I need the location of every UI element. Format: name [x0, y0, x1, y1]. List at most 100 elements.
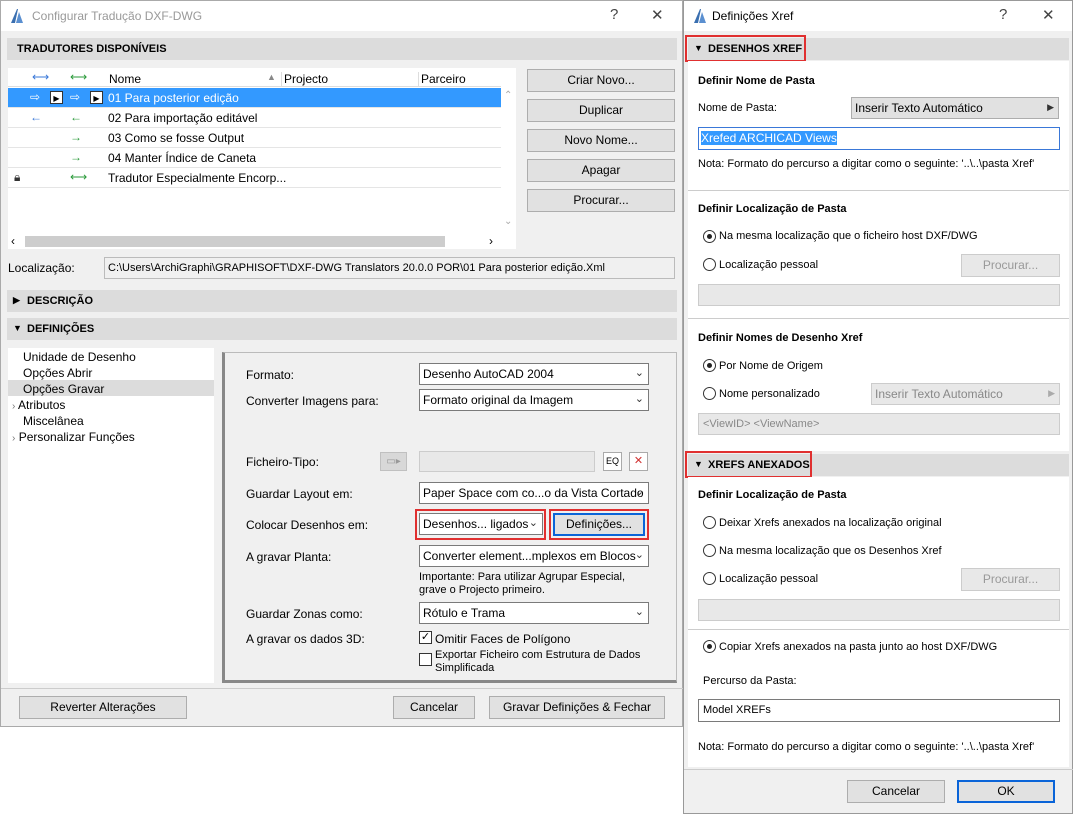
tree-item-label: Personalizar Funções	[18, 430, 135, 444]
input-value: Model XREFs	[703, 704, 771, 716]
arrow-right-icon: ⇨	[30, 90, 41, 104]
horizontal-scrollbar[interactable]: ‹ ›	[8, 234, 501, 249]
scroll-down-icon[interactable]: ⌄	[504, 216, 512, 227]
list-header: ⟷ ⟷ Nome ▲ Projecto Parceiro	[8, 68, 501, 87]
export-simplified-checkbox[interactable]	[419, 653, 432, 666]
scroll-right-icon[interactable]: ›	[489, 234, 493, 248]
delete-button[interactable]: Apagar	[527, 159, 675, 182]
tree-item-label: Unidade de Desenho	[23, 350, 136, 364]
chevron-down-icon: ⌄	[634, 606, 644, 618]
close-button[interactable]: ✕	[1042, 6, 1055, 24]
format-label: Formato:	[246, 368, 295, 382]
arrow-right-icon: →	[70, 130, 82, 144]
browse-button-2: Procurar...	[961, 568, 1060, 591]
place-drawings-select[interactable]: Desenhos... ligados ⌄	[419, 513, 543, 535]
folder-location-heading: Definir Localização de Pasta	[698, 203, 847, 215]
search-icon[interactable]: EQ	[603, 452, 622, 471]
name-pattern-field: <ViewID> <ViewName>	[698, 413, 1060, 435]
folder-path-label: Percurso da Pasta:	[703, 675, 797, 687]
select-value: Desenhos... ligados	[423, 517, 529, 531]
chevron-down-icon: ⌄	[634, 393, 644, 405]
button-label: Inserir Texto Automático	[875, 387, 1003, 401]
omit-faces-checkbox[interactable]: ✓	[419, 631, 432, 644]
section-description[interactable]: ▶ DESCRIÇÃO	[7, 290, 677, 312]
highlight-frame	[685, 451, 812, 478]
place-drawings-label: Colocar Desenhos em:	[246, 518, 369, 532]
convert-images-label: Converter Imagens para:	[246, 394, 379, 408]
definitions-button[interactable]: Definições...	[553, 513, 645, 536]
arrow-right-icon: ⇨	[70, 90, 81, 104]
personal-location-radio-2[interactable]	[703, 572, 716, 585]
convert-images-select[interactable]: Formato original da Imagem ⌄	[419, 389, 649, 411]
translator-list[interactable]: ⟷ ⟷ Nome ▲ Projecto Parceiro ⇨ ▶ ⇨ ▶ 01 …	[8, 68, 516, 249]
list-item[interactable]: ← ← 02 Para importação editável	[8, 108, 501, 128]
cancel-button[interactable]: Cancelar	[847, 780, 945, 803]
browse-button[interactable]: Procurar...	[527, 189, 675, 212]
tree-item-custom-functions[interactable]: › Personalizar Funções	[12, 430, 135, 444]
save-and-close-button[interactable]: Gravar Definições & Fechar	[489, 696, 665, 719]
folder-path-input[interactable]: Model XREFs	[698, 699, 1060, 722]
format-select[interactable]: Desenho AutoCAD 2004 ⌄	[419, 363, 649, 385]
duplicate-button[interactable]: Duplicar	[527, 99, 675, 122]
save-zones-select[interactable]: Rótulo e Trama ⌄	[419, 602, 649, 624]
scroll-left-icon[interactable]: ‹	[11, 234, 15, 248]
tree-item-drawing-unit[interactable]: Unidade de Desenho	[23, 350, 136, 364]
folder-icon[interactable]: ▭▸	[380, 452, 407, 471]
save-plan-select[interactable]: Converter element...mplexos em Blocos ⌄	[419, 545, 649, 567]
select-value: Paper Space com co...o da Vista Cortado	[423, 486, 644, 500]
insert-auto-text-disabled: Inserir Texto Automático ▶	[871, 383, 1060, 405]
browse-button: Procurar...	[961, 254, 1060, 277]
path-note: Nota: Formato do percurso a digitar como…	[698, 158, 1035, 170]
same-as-drawings-radio[interactable]	[703, 544, 716, 557]
tree-item-attributes[interactable]: › Atributos	[12, 398, 65, 412]
close-button[interactable]: ✕	[651, 6, 664, 24]
list-item[interactable]: → 03 Como se fosse Output	[8, 128, 501, 148]
column-partner[interactable]: Parceiro	[418, 72, 466, 86]
list-item[interactable]: ⇨ ▶ ⇨ ▶ 01 Para posterior edição	[8, 88, 501, 108]
chevron-down-icon: ⌄	[634, 549, 644, 561]
export-simplified-label: Exportar Ficheiro com Estrutura de Dados…	[435, 649, 641, 674]
column-name[interactable]: Nome	[109, 72, 141, 86]
help-button[interactable]: ?	[610, 6, 618, 23]
tree-item-save-options[interactable]: Opções Gravar	[8, 380, 214, 396]
list-item[interactable]: 🔒︎ ⟷ Tradutor Especialmente Encorp...	[8, 168, 501, 188]
chevron-right-icon: ›	[12, 433, 16, 444]
highlight-frame	[685, 35, 806, 62]
leave-original-radio[interactable]	[703, 516, 716, 529]
translator-name: 04 Manter Índice de Caneta	[108, 151, 257, 165]
chevron-right-icon: ▶	[1048, 388, 1055, 398]
create-new-button[interactable]: Criar Novo...	[527, 69, 675, 92]
insert-auto-text-button[interactable]: Inserir Texto Automático ▶	[851, 97, 1059, 119]
tree-item-open-options[interactable]: Opções Abrir	[23, 366, 92, 380]
section-title: DEFINIÇÕES	[27, 323, 95, 335]
revert-changes-button[interactable]: Reverter Alterações	[19, 696, 187, 719]
tree-item-misc[interactable]: Miscelânea	[23, 414, 84, 428]
settings-tree[interactable]: Unidade de Desenho Opções Abrir Opções G…	[8, 348, 214, 683]
by-source-name-radio[interactable]	[703, 359, 716, 372]
same-as-drawings-label: Na mesma localização que os Desenhos Xre…	[719, 545, 942, 557]
template-field	[419, 451, 595, 472]
scrollbar-thumb[interactable]	[25, 236, 445, 247]
same-as-host-radio[interactable]	[703, 230, 716, 243]
play-icon: ▶	[50, 91, 63, 104]
list-item[interactable]: → 04 Manter Índice de Caneta	[8, 148, 501, 168]
cancel-button[interactable]: Cancelar	[393, 696, 475, 719]
delete-icon[interactable]: ✕	[629, 452, 648, 471]
select-value: Converter element...mplexos em Blocos	[423, 549, 636, 563]
custom-name-radio[interactable]	[703, 387, 716, 400]
personal-location-radio[interactable]	[703, 258, 716, 271]
column-project[interactable]: Projecto	[281, 72, 328, 86]
help-button[interactable]: ?	[999, 6, 1007, 23]
archicad-logo-icon	[694, 9, 706, 23]
folder-name-input[interactable]: Xrefed ARCHICAD Views	[698, 127, 1060, 150]
ok-button[interactable]: OK	[957, 780, 1055, 803]
input-value: Xrefed ARCHICAD Views	[701, 131, 837, 145]
copy-attached-radio[interactable]	[703, 640, 716, 653]
scroll-up-icon[interactable]: ⌃	[504, 90, 512, 101]
section-settings[interactable]: ▼ DEFINIÇÕES	[7, 318, 677, 340]
tree-item-label: Miscelânea	[23, 414, 84, 428]
save-layout-select[interactable]: Paper Space com co...o da Vista Cortado ⌄	[419, 482, 649, 504]
section-available-translators[interactable]: TRADUTORES DISPONÍVEIS	[7, 38, 677, 60]
rename-button[interactable]: Novo Nome...	[527, 129, 675, 152]
tree-item-label: Atributos	[18, 398, 66, 412]
